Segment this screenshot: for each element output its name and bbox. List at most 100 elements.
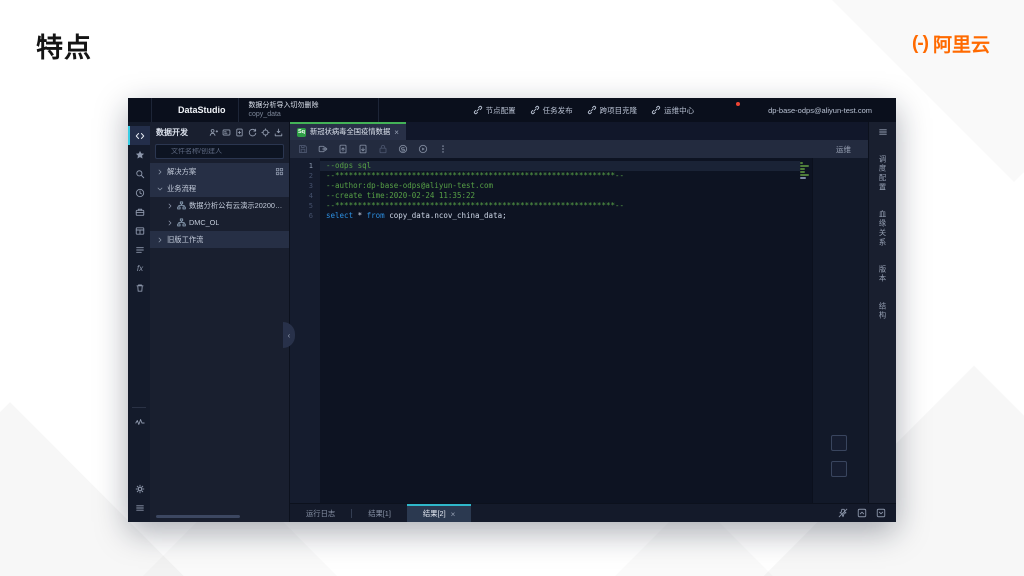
- editor-tab-label: 新冠状病毒全国疫情数据: [310, 127, 391, 136]
- activity-item-clock[interactable]: [128, 183, 150, 202]
- notifications-button[interactable]: [728, 102, 741, 116]
- user-add-icon[interactable]: [209, 128, 218, 137]
- activity-item-trash[interactable]: [128, 278, 150, 297]
- activity-item-wave[interactable]: [128, 412, 150, 431]
- grid-icon[interactable]: [275, 167, 284, 176]
- rail-item[interactable]: 结构: [878, 302, 888, 321]
- tree-row[interactable]: 解决方案: [150, 163, 289, 180]
- panel-up-icon[interactable]: [857, 508, 867, 518]
- panel-down-icon[interactable]: [876, 508, 886, 518]
- wave-icon: [135, 417, 145, 427]
- clock-icon: [135, 188, 145, 198]
- code-area: --odps sql --****************************…: [320, 158, 800, 503]
- search-box[interactable]: [155, 144, 284, 159]
- panel-menu-icon[interactable]: [878, 127, 888, 137]
- header-menu-item[interactable]: 节点配置: [473, 105, 516, 116]
- dataworks-logo-icon: [133, 104, 146, 117]
- file-up-icon[interactable]: [338, 144, 348, 154]
- header-menu-item[interactable]: 运维中心: [651, 105, 694, 116]
- explorer-panel: 数据开发 解决方案业务流程数据分析公有云演示20200226 DMC_OL 旧版工作…: [150, 122, 295, 522]
- activity-item-fx[interactable]: fx: [128, 259, 150, 278]
- heart-icon: [748, 104, 758, 114]
- minimap[interactable]: [800, 158, 812, 503]
- save-icon[interactable]: [298, 144, 308, 154]
- expand-icon: [835, 465, 844, 474]
- rail-item[interactable]: 血缘关系: [878, 210, 888, 247]
- scroll-top-button[interactable]: [831, 435, 847, 451]
- workspace-name: 数据分析导入切勿删除: [248, 102, 319, 109]
- horizontal-scrollbar[interactable]: [156, 515, 240, 518]
- dots-icon[interactable]: [438, 144, 448, 154]
- stop-circle-icon[interactable]: [398, 144, 408, 154]
- chevron-right-icon[interactable]: [166, 202, 174, 210]
- chevron-right-icon[interactable]: [156, 168, 164, 176]
- dataworks-logo[interactable]: [128, 98, 152, 122]
- header-menu-label: 节点配置: [485, 105, 516, 115]
- activity-item-search[interactable]: [128, 164, 150, 183]
- submit-icon[interactable]: [318, 144, 328, 154]
- search-input[interactable]: [171, 148, 268, 155]
- bottom-tab-close-icon[interactable]: ×: [451, 510, 456, 519]
- workspace-selector[interactable]: 数据分析导入切勿删除 copy_data: [239, 98, 379, 122]
- fullscreen-button[interactable]: [831, 461, 847, 477]
- code-token: select: [326, 211, 354, 220]
- card-icon[interactable]: [222, 128, 231, 137]
- tree-row[interactable]: 数据分析公有云演示20200226: [150, 197, 289, 214]
- line-number: 5: [308, 202, 313, 210]
- file-down-icon[interactable]: [358, 144, 368, 154]
- tab-close-icon[interactable]: ×: [394, 128, 399, 137]
- minimap-line: [800, 168, 806, 170]
- tree-row[interactable]: 业务流程: [150, 180, 289, 197]
- import-icon[interactable]: [274, 128, 283, 137]
- tree-label: 解决方案: [167, 166, 197, 176]
- tree-row[interactable]: 旧版工作流: [150, 231, 289, 248]
- code-token: --**************************************…: [326, 171, 625, 180]
- file-add-icon[interactable]: [235, 128, 244, 137]
- chevron-down-icon[interactable]: [156, 185, 164, 193]
- activity-item-gear[interactable]: [128, 479, 150, 498]
- lock-icon[interactable]: [378, 144, 388, 154]
- product-switcher[interactable]: DataStudio: [152, 98, 239, 122]
- code-token: from: [366, 211, 385, 220]
- activity-item-star[interactable]: [128, 145, 150, 164]
- activity-item-briefcase[interactable]: [128, 202, 150, 221]
- bottom-tab[interactable]: 结果[1]: [352, 504, 407, 522]
- filter-icon[interactable]: [271, 148, 279, 156]
- tree-label: DMC_OL: [189, 218, 220, 227]
- code-line: select * from copy_data.ncov_china_data;: [320, 211, 800, 221]
- om-link[interactable]: 运维: [836, 144, 860, 155]
- play-circle-icon[interactable]: [418, 144, 428, 154]
- flow-icon: [177, 218, 186, 227]
- editor-tab[interactable]: Sq 新冠状病毒全国疫情数据 ×: [290, 122, 406, 140]
- workspace-sub: copy_data: [248, 111, 281, 118]
- header-menu-item[interactable]: 跨项目克隆: [587, 105, 637, 116]
- app-body: fx 数据开发 解决方案业务流程数据分析公有云演示20200226 DMC_OL 旧…: [128, 122, 896, 522]
- chevron-right-icon[interactable]: [156, 236, 164, 244]
- search-icon: [160, 148, 168, 156]
- bottom-tab[interactable]: 结果[2] ×: [406, 504, 472, 522]
- refresh-icon[interactable]: [248, 128, 257, 137]
- code-editor[interactable]: 123456 --odps sql --*********************…: [290, 158, 868, 503]
- explorer-title: 数据开发: [156, 127, 188, 137]
- pin-off-icon[interactable]: [838, 508, 848, 518]
- code-line: --**************************************…: [320, 171, 800, 181]
- dots-vertical-icon: [880, 104, 890, 114]
- tree-label: 旧版工作流: [167, 234, 204, 244]
- activity-item-table[interactable]: [128, 221, 150, 240]
- membership-button[interactable]: [748, 104, 758, 116]
- rail-item[interactable]: 调度配置: [878, 155, 888, 192]
- account-email[interactable]: dp-base-odps@aliyun-test.com: [768, 106, 872, 115]
- activity-item-list[interactable]: [128, 240, 150, 259]
- tree-row[interactable]: DMC_OL: [150, 214, 289, 231]
- chevron-right-icon[interactable]: [166, 219, 174, 227]
- target-icon[interactable]: [261, 127, 270, 137]
- header-menu-item[interactable]: 任务发布: [530, 105, 573, 116]
- header-more-button[interactable]: [880, 104, 890, 116]
- rail-item[interactable]: 版本: [878, 265, 888, 284]
- activity-item-code[interactable]: [128, 126, 150, 145]
- bottom-tab[interactable]: 运行日志: [290, 504, 351, 522]
- line-number: 3: [308, 182, 313, 190]
- table-icon: [135, 226, 145, 236]
- activity-item-menu[interactable]: [128, 498, 150, 517]
- header-search-button[interactable]: [708, 104, 718, 116]
